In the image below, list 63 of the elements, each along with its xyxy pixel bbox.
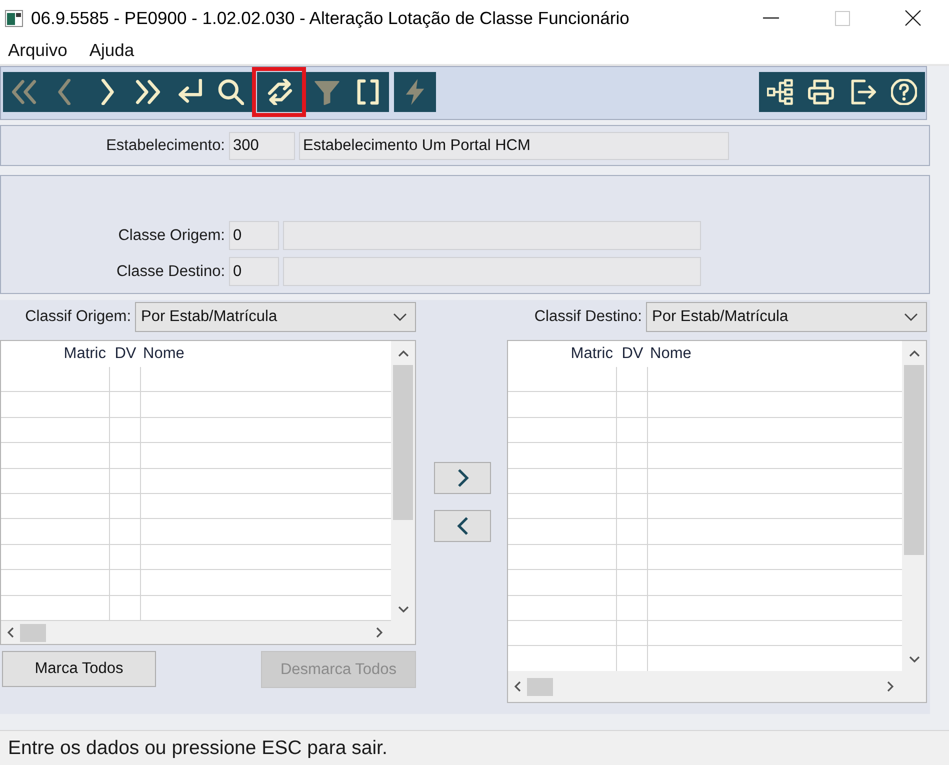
chevron-right-icon[interactable] — [887, 681, 894, 692]
close-icon — [905, 10, 921, 26]
hierarchy-button[interactable] — [759, 72, 800, 112]
search-icon — [218, 79, 244, 105]
scrollbar-thumb[interactable] — [20, 624, 46, 642]
printer-icon — [808, 79, 834, 105]
menu-item[interactable]: Arquivo — [8, 40, 68, 60]
column-header: DV — [622, 345, 644, 363]
sort-label: Classif Origem: — [25, 308, 131, 326]
code-field[interactable]: 0 — [229, 221, 279, 250]
mark-all-button[interactable]: Marca Todos — [2, 651, 156, 687]
exit-icon — [850, 79, 876, 105]
scrollbar-thumb[interactable] — [393, 365, 413, 520]
chevron-left-icon — [456, 516, 468, 536]
vertical-scrollbar[interactable] — [391, 341, 415, 621]
chevron-down-icon[interactable] — [908, 656, 920, 662]
status-text: Entre os dados ou pressione ESC para sair. — [8, 736, 388, 760]
chevron-left-icon[interactable] — [7, 627, 14, 638]
menu-item[interactable]: Ajuda — [89, 40, 134, 60]
double-chevron-right-icon — [135, 79, 162, 105]
app-icon — [5, 10, 23, 26]
return-arrow-icon — [176, 79, 203, 105]
vertical-scrollbar[interactable] — [902, 341, 926, 671]
sort-dropdown[interactable]: Por Estab/Matrícula — [646, 302, 927, 332]
column-header: DV — [114, 345, 136, 363]
chevron-up-icon[interactable] — [908, 350, 920, 356]
search-button[interactable] — [210, 72, 252, 112]
chevron-down-icon[interactable] — [398, 606, 408, 612]
field-label: Estabelecimento: — [106, 136, 225, 154]
field-label: Classe Origem: — [118, 226, 225, 244]
field-label: Classe Destino: — [116, 262, 225, 280]
chevron-right-icon — [456, 468, 468, 488]
maximize-icon — [834, 10, 850, 26]
name-field: Estabelecimento Um Portal HCM — [299, 132, 729, 160]
filter-icon — [314, 79, 340, 105]
sort-dropdown[interactable]: Por Estab/Matrícula — [135, 302, 416, 332]
chevron-right-icon[interactable] — [376, 627, 383, 638]
sort-label: Classif Destino: — [534, 308, 642, 326]
scrollbar-thumb[interactable] — [527, 678, 553, 696]
double-chevron-left-icon — [10, 79, 37, 105]
horizontal-scrollbar[interactable] — [1, 621, 415, 644]
swap-arrows-icon — [266, 79, 292, 105]
help-icon — [891, 79, 918, 105]
window-title: 06.9.5585 - PE0900 - 1.02.02.030 - Alteração Lotação de Classe Funcionário — [31, 8, 630, 28]
chevron-down-icon — [393, 313, 407, 321]
chevron-left-icon[interactable] — [514, 681, 521, 692]
code-field[interactable]: 300 — [229, 132, 295, 160]
column-header: Matric — [64, 345, 106, 363]
scrollbar-thumb[interactable] — [904, 365, 924, 555]
move-left-button[interactable] — [434, 510, 491, 542]
brackets-icon — [355, 79, 382, 105]
chevron-down-icon — [904, 313, 918, 321]
chevron-up-icon[interactable] — [398, 350, 408, 356]
column-header: Nome — [650, 345, 692, 363]
code-field[interactable]: 0 — [229, 257, 279, 286]
hierarchy-icon — [766, 79, 793, 105]
move-right-button[interactable] — [434, 462, 491, 494]
horizontal-scrollbar[interactable] — [508, 671, 926, 702]
column-header: Matric — [570, 345, 613, 363]
help-button[interactable] — [884, 72, 925, 112]
brackets-button[interactable] — [348, 72, 389, 112]
minimize-icon — [763, 17, 779, 19]
column-header: Nome — [143, 345, 184, 363]
